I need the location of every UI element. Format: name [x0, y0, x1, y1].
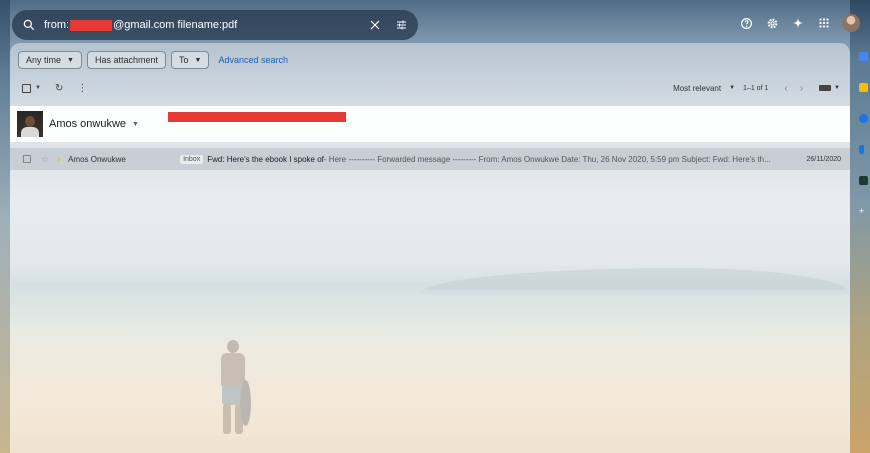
top-right-icons: [728, 14, 860, 32]
any-time-filter-label: Any time: [26, 55, 62, 65]
search-query-prefix: from:: [44, 19, 70, 31]
keyboard-chevron-icon[interactable]: ▼: [834, 85, 840, 91]
list-toolbar: ▼ ↻ ⋮ Most relevant ▼ 1–1 of 1 ‹ › ▼: [22, 80, 840, 96]
select-all-checkbox[interactable]: [22, 83, 31, 93]
next-page-icon[interactable]: ›: [800, 83, 803, 94]
advanced-search-link[interactable]: Advanced search: [218, 55, 288, 65]
contact-card[interactable]: Amos onwukwe ▼: [10, 106, 850, 142]
keep-icon[interactable]: [859, 83, 868, 92]
prev-page-icon[interactable]: ‹: [784, 83, 787, 94]
email-sender: Amos Onwukwe: [68, 154, 126, 164]
search-icon[interactable]: [22, 18, 36, 32]
search-options-icon[interactable]: [395, 19, 408, 31]
star-icon[interactable]: ☆: [41, 154, 49, 165]
has-attachment-filter-label: Has attachment: [94, 55, 158, 65]
tasks-icon[interactable]: [859, 114, 868, 123]
search-input[interactable]: from: @gmail.com filename:pdf: [44, 19, 361, 31]
top-bar: from: @gmail.com filename:pdf: [0, 0, 870, 48]
contacts-icon[interactable]: [859, 145, 864, 154]
email-row[interactable]: ☆ › Amos Onwukwe Inbox Fwd: Here's the e…: [10, 148, 850, 170]
settings-gear-icon[interactable]: [764, 15, 780, 31]
redaction-bar: [168, 112, 346, 122]
contact-name[interactable]: Amos onwukwe: [49, 118, 126, 130]
apps-grid-icon[interactable]: [816, 15, 832, 31]
any-time-filter[interactable]: Any time ▼: [18, 51, 82, 69]
email-snippet: - Here ---------- Forwarded message ----…: [323, 154, 771, 164]
search-query-suffix: @gmail.com filename:pdf: [113, 19, 238, 31]
redaction-bar: [70, 19, 113, 31]
contact-chevron-icon[interactable]: ▼: [132, 121, 139, 128]
email-checkbox[interactable]: [23, 155, 31, 163]
right-side-panel: +: [859, 52, 870, 238]
account-avatar[interactable]: [842, 14, 860, 32]
chevron-down-icon: ▼: [194, 56, 202, 64]
to-filter[interactable]: To ▼: [170, 51, 210, 69]
more-options-icon[interactable]: ⋮: [77, 83, 87, 94]
important-marker-icon[interactable]: ›: [57, 154, 60, 164]
search-filter-chips: Any time ▼ Has attachment To ▼ Advanced se…: [18, 51, 288, 69]
background-left-edge: [0, 0, 10, 453]
calendar-icon[interactable]: [859, 52, 868, 61]
select-menu-chevron-icon[interactable]: ▼: [35, 85, 41, 91]
chevron-down-icon: ▼: [67, 56, 74, 64]
contact-photo: [17, 111, 43, 137]
help-icon[interactable]: [738, 15, 754, 31]
clear-search-icon[interactable]: [369, 19, 381, 31]
refresh-icon[interactable]: ↻: [55, 83, 63, 94]
inbox-label-badge[interactable]: Inbox: [180, 154, 204, 164]
keyboard-icon[interactable]: [819, 85, 832, 91]
main-panel: [10, 43, 850, 453]
has-attachment-filter[interactable]: Has attachment: [86, 51, 166, 69]
email-date: 26/11/2020: [806, 155, 841, 163]
gemini-sparkle-icon[interactable]: [790, 15, 806, 31]
add-addon-icon[interactable]: +: [859, 207, 868, 216]
search-bar[interactable]: from: @gmail.com filename:pdf: [12, 10, 418, 40]
toolbar-right: Most relevant ▼ 1–1 of 1 ‹ › ▼: [673, 83, 840, 94]
email-subject: Fwd: Here's the ebook I spoke of: [207, 154, 324, 164]
sort-chevron-icon[interactable]: ▼: [729, 85, 735, 91]
pagination-text: 1–1 of 1: [743, 84, 769, 92]
sort-dropdown[interactable]: Most relevant: [673, 84, 721, 93]
to-filter-label: To: [178, 55, 189, 65]
addon-icon[interactable]: [859, 176, 868, 185]
